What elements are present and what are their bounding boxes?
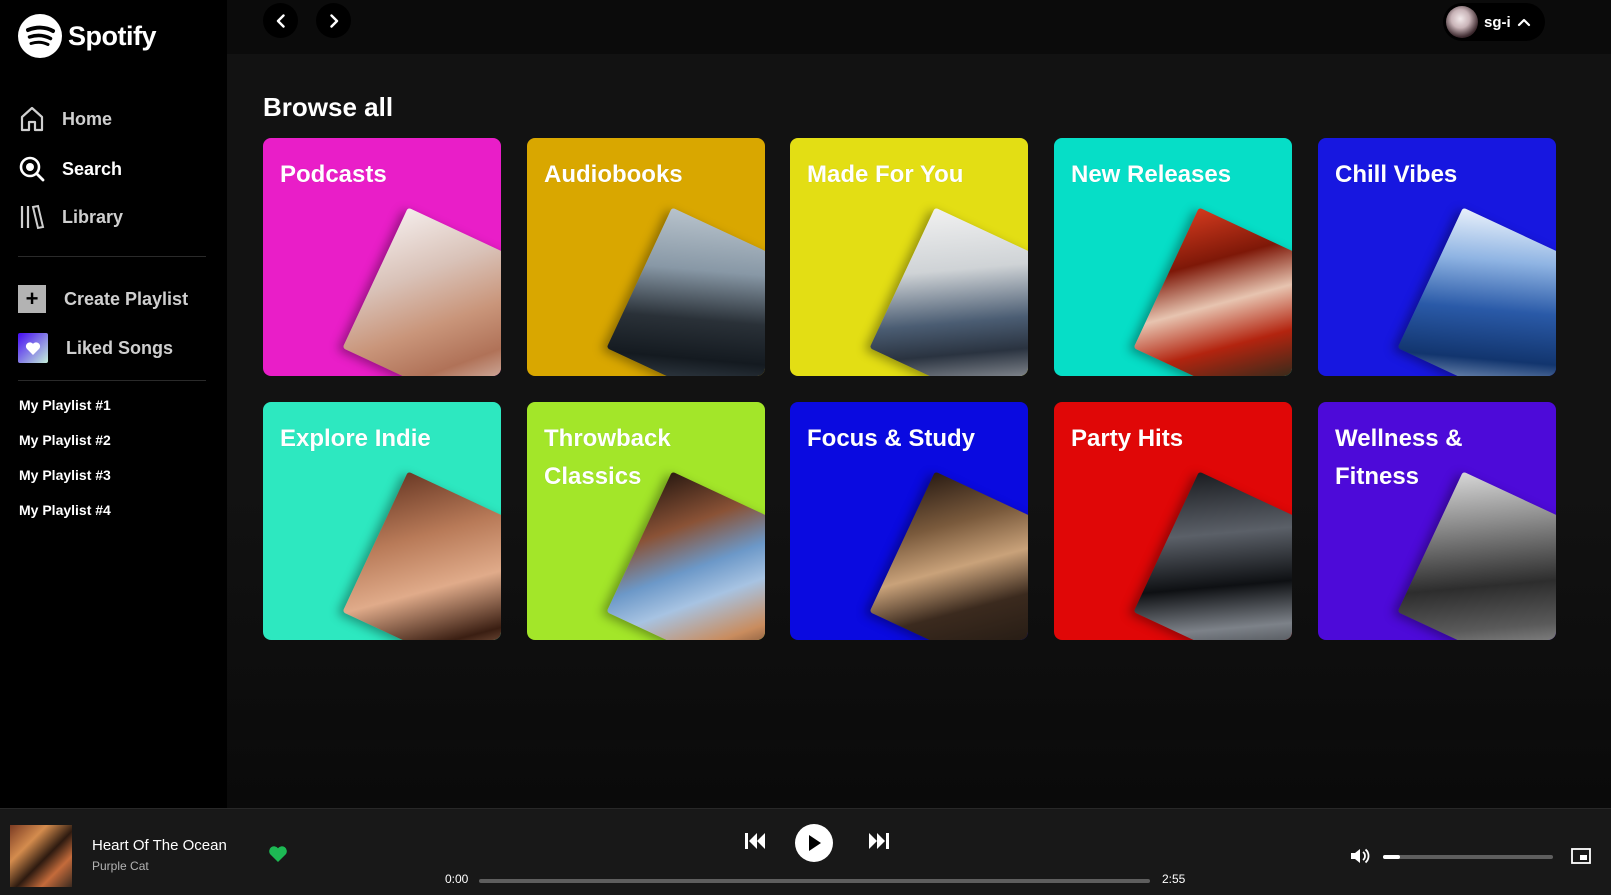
heart-filled-icon — [269, 846, 287, 862]
volume-button[interactable] — [1350, 847, 1370, 870]
liked-songs-button[interactable]: Liked Songs — [18, 333, 173, 363]
sidebar-item-label: Library — [62, 206, 124, 227]
heart-icon — [18, 333, 48, 363]
category-title: Focus & Study — [807, 425, 976, 452]
track-title[interactable]: Heart Of The Ocean — [92, 837, 227, 854]
category-card[interactable]: Wellness & Fitness — [1318, 402, 1556, 640]
category-card[interactable]: Podcasts — [263, 138, 501, 376]
category-image — [869, 471, 1028, 640]
category-title: Explore Indie — [280, 425, 431, 452]
search-icon — [19, 156, 45, 182]
create-playlist-label: Create Playlist — [64, 288, 189, 309]
category-title: Chill Vibes — [1335, 161, 1458, 188]
avatar — [1446, 6, 1478, 38]
category-card[interactable]: Focus & Study — [790, 402, 1028, 640]
spotify-logo[interactable]: Spotify — [18, 14, 157, 58]
user-name: sg-i — [1484, 13, 1511, 31]
category-image — [1397, 207, 1556, 376]
category-image — [1397, 471, 1556, 640]
skip-forward-icon — [869, 833, 889, 849]
category-card[interactable]: Throwback Classics — [527, 402, 765, 640]
category-title: Audiobooks — [544, 161, 683, 188]
user-menu-button[interactable]: sg-i — [1443, 3, 1545, 41]
sidebar-playlist-item[interactable]: My Playlist #3 — [19, 467, 111, 483]
album-cover[interactable] — [10, 825, 72, 887]
volume-icon — [1351, 848, 1370, 864]
main-content: sg-i Browse all Podcasts Audiobooks Made F… — [227, 0, 1611, 808]
top-bar: sg-i — [227, 0, 1611, 54]
sidebar-item-library[interactable]: Library — [18, 203, 123, 231]
category-title: Podcasts — [280, 161, 387, 188]
chevron-up-icon — [1517, 18, 1530, 27]
chevron-left-icon — [276, 13, 285, 28]
sidebar-playlist-item[interactable]: My Playlist #1 — [19, 397, 111, 413]
sidebar-playlist-item[interactable]: My Playlist #2 — [19, 432, 111, 448]
category-image — [342, 471, 501, 640]
category-title: New Releases — [1071, 161, 1232, 188]
volume-slider[interactable] — [1383, 855, 1553, 859]
previous-button[interactable] — [744, 831, 766, 856]
time-total: 2:55 — [1162, 872, 1186, 886]
spotify-logo-icon — [18, 14, 62, 58]
like-button[interactable] — [268, 845, 288, 868]
category-card[interactable]: Chill Vibes — [1318, 138, 1556, 376]
progress-bar[interactable] — [479, 879, 1150, 883]
back-button[interactable] — [263, 3, 298, 38]
play-button[interactable] — [795, 824, 833, 862]
category-card[interactable]: Explore Indie — [263, 402, 501, 640]
category-title: Throwback Classics — [544, 425, 671, 490]
brand-name: Spotify — [68, 20, 157, 51]
sidebar-playlist-item[interactable]: My Playlist #4 — [19, 502, 111, 518]
category-card[interactable]: Audiobooks — [527, 138, 765, 376]
category-title: Wellness & Fitness — [1335, 425, 1463, 490]
next-button[interactable] — [868, 831, 890, 856]
home-icon — [20, 106, 44, 132]
category-title: Made For You — [807, 161, 964, 188]
category-image — [1133, 471, 1292, 640]
play-icon — [809, 835, 821, 851]
forward-button[interactable] — [316, 3, 351, 38]
time-current: 0:00 — [445, 872, 469, 886]
category-card[interactable]: Made For You — [790, 138, 1028, 376]
page-title: Browse all — [263, 92, 394, 122]
volume-level — [1383, 855, 1400, 859]
sidebar-item-search[interactable]: Search — [18, 155, 122, 183]
sidebar-item-label: Home — [62, 108, 113, 129]
sidebar-divider — [18, 256, 206, 257]
skip-back-icon — [745, 833, 765, 849]
sidebar: Spotify Home Search Library + Create Pla… — [0, 0, 227, 808]
chevron-right-icon — [329, 13, 338, 28]
sidebar-item-home[interactable]: Home — [18, 105, 112, 133]
plus-icon: + — [18, 285, 46, 313]
mini-player-icon — [1571, 848, 1591, 864]
category-image — [342, 207, 501, 376]
category-image — [606, 471, 765, 640]
track-artist[interactable]: Purple Cat — [92, 859, 149, 873]
library-icon — [20, 204, 45, 230]
sidebar-item-label: Search — [62, 158, 123, 179]
category-card[interactable]: New Releases — [1054, 138, 1292, 376]
category-card[interactable]: Party Hits — [1054, 402, 1292, 640]
sidebar-divider — [18, 380, 206, 381]
liked-songs-label: Liked Songs — [66, 337, 174, 358]
mini-player-button[interactable] — [1571, 848, 1591, 869]
category-title: Party Hits — [1071, 425, 1184, 452]
create-playlist-button[interactable]: + Create Playlist — [18, 285, 188, 313]
category-image — [869, 207, 1028, 376]
player-bar: Heart Of The Ocean Purple Cat 0:00 2:55 — [0, 808, 1611, 895]
category-image — [1133, 207, 1292, 376]
category-image — [606, 207, 765, 376]
